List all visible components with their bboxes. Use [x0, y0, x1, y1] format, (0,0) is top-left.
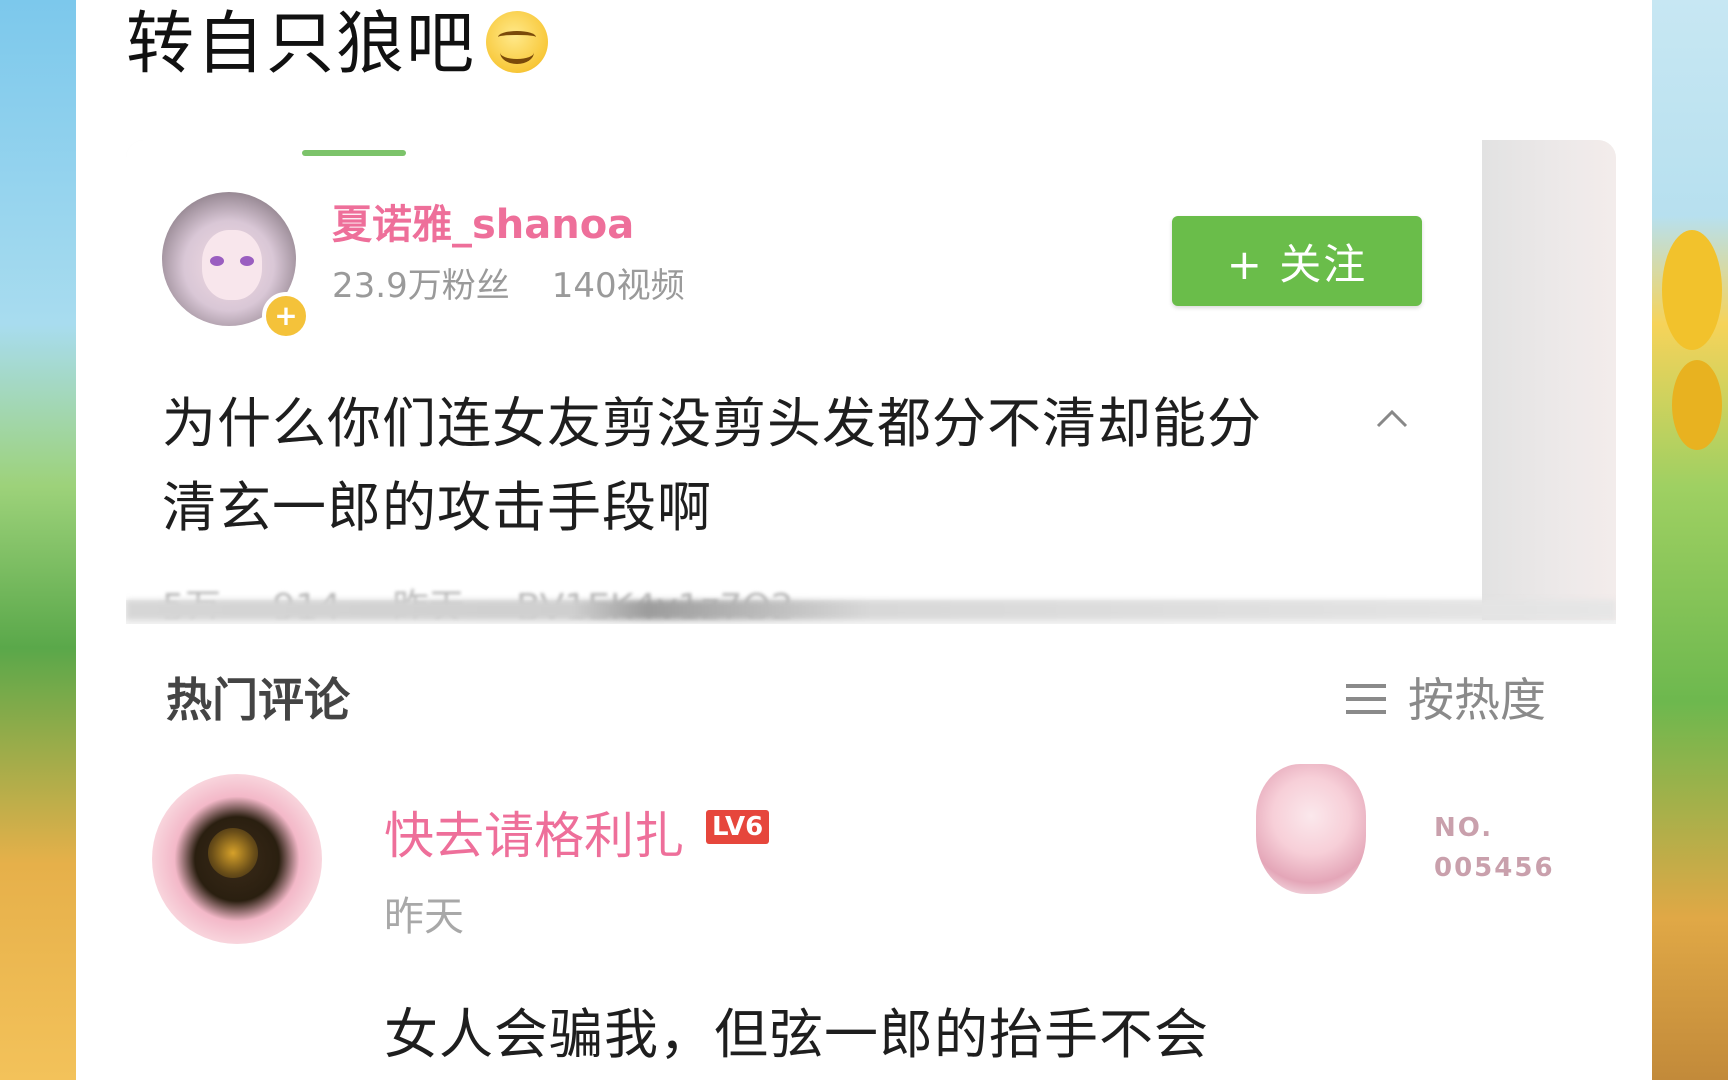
video-question-text: 为什么你们连女友剪没剪头发都分不清却能分清玄一郎的攻击手段啊	[162, 392, 1262, 539]
grinning-face-icon	[486, 11, 549, 73]
sort-by-hot-button[interactable]: 按热度	[1346, 664, 1546, 730]
uploader-fans: 23.9万粉丝	[332, 266, 510, 306]
video-info-panel: + 夏诺雅_shanoa 23.9万粉丝 140视频 + 关注 为什么你们连女友剪…	[126, 140, 1482, 618]
sort-label: 按热度	[1408, 673, 1546, 727]
comments-panel: 热门评论 按热度 快去请格利扎 LV6 昨天 NO. 005456 女人会骗我，…	[126, 624, 1616, 1080]
follow-button[interactable]: + 关注	[1172, 216, 1422, 306]
sunflower-decoration	[1662, 230, 1722, 350]
hot-comments-title: 热门评论	[166, 673, 350, 727]
uploader-videos: 140视频	[551, 266, 685, 306]
avatar-face	[202, 230, 262, 300]
uploader-name[interactable]: 夏诺雅_shanoa	[332, 192, 634, 250]
card-edge-shadow	[1482, 140, 1616, 620]
blurred-divider	[126, 600, 1616, 620]
sunflower-decoration	[1672, 360, 1722, 450]
fan-badge-number: NO. 005456	[1434, 808, 1555, 888]
fan-badge-avatar	[1256, 764, 1366, 894]
fan-badge-label: NO.	[1434, 813, 1494, 843]
comment-time: 昨天	[384, 894, 464, 940]
level-badge: LV6	[706, 810, 770, 844]
background-right-scenery	[1652, 0, 1728, 1080]
avatar-eye	[210, 256, 224, 266]
commenter-name[interactable]: 快去请格利扎	[384, 796, 684, 868]
shared-video-card[interactable]: + 夏诺雅_shanoa 23.9万粉丝 140视频 + 关注 为什么你们连女友剪…	[126, 140, 1616, 1080]
uploader-avatar[interactable]: +	[162, 192, 310, 340]
post-text-content: 转自只狼吧	[126, 5, 477, 84]
verified-badge-icon: +	[262, 292, 310, 340]
uploader-meta: 23.9万粉丝 140视频	[332, 258, 685, 307]
background-left-scenery	[0, 0, 76, 1080]
commenter-avatar[interactable]	[152, 774, 322, 944]
scroll-indicator	[302, 150, 406, 156]
chevron-up-icon[interactable]	[1376, 402, 1408, 434]
fan-badge-value: 005456	[1434, 853, 1555, 883]
avatar-eye	[240, 256, 254, 266]
post-text: 转自只狼吧	[126, 0, 549, 87]
comment-text: 女人会骗我，但弦一郎的抬手不会	[384, 1003, 1209, 1066]
post-screen: 转自只狼吧 + 夏诺雅_shanoa 23.9万粉丝 140视频 + 关注 为什么…	[76, 0, 1652, 1080]
menu-lines-icon	[1346, 684, 1386, 714]
